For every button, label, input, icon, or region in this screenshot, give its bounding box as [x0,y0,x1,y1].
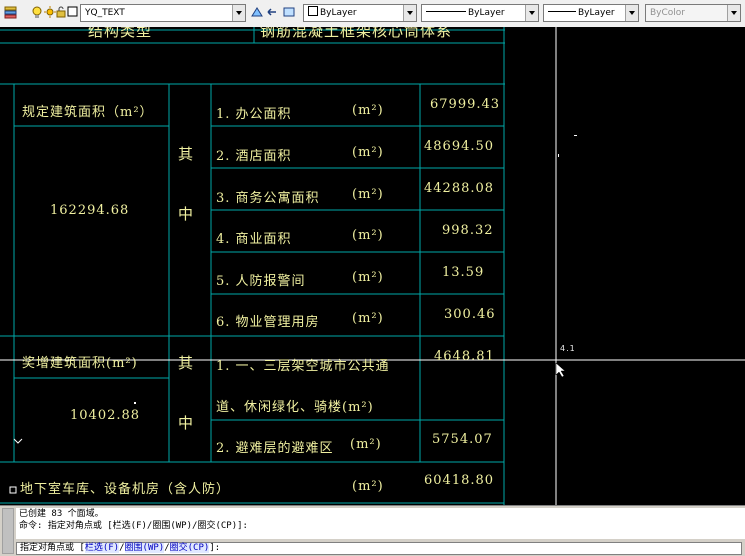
command-history: 已创建 83 个面域。 命令: 指定对角点或 [栏选(F)/圈围(WP)/圈交(… [16,508,745,539]
title-left: 结构类型 [88,27,153,40]
extra-row-2-value: 5754.07 [432,432,493,447]
color-value: ByLayer [320,8,357,18]
drawing-canvas[interactable]: 结构类型 钢筋混凝土框架核心筒体系 规定建筑面积（m²） 162294.68 其… [0,27,745,505]
color-swatch-icon[interactable] [66,5,80,19]
extra-row-1-value: 4648.81 [434,349,495,364]
area-extra-label: 奖增建筑面积(m²) [22,356,138,371]
history-line: 已创建 83 个面域。 [19,509,104,519]
extra-row-2-name: 2. 避难层的避难区 [216,441,334,456]
chevron-down-icon[interactable] [727,5,740,21]
plotstyle-dropdown[interactable]: ByColor [645,4,741,22]
row-2-value: 48694.50 [424,139,495,154]
row-6-name: 6. 物业管理用房 [216,315,320,330]
cursor-arrow-icon [555,362,566,378]
crosshair [0,27,745,505]
color-swatch [308,6,318,16]
row-6-unit: (m²) [352,311,384,326]
row-5-unit: (m²) [352,270,384,285]
extra-row-1-line-1: 1. 一、三层架空城市公共通 [216,359,390,374]
command-grip-handle[interactable] [2,508,14,554]
option-fence[interactable]: 栏选(F) [84,543,120,553]
option-wpolygon[interactable]: 圈围(WP) [124,543,165,553]
option-cpolygon[interactable]: 圈交(CP) [169,543,210,553]
row-3-value: 44288.08 [424,181,495,196]
extra-row-1-line-2: 道、休闲绿化、骑楼(m²) [216,400,374,415]
row-3-name: 3. 商务公寓面积 [216,191,320,206]
row-1-value: 67999.43 [430,97,501,112]
row-4-name: 4. 商业面积 [216,232,292,247]
color-dropdown[interactable]: ByLayer [303,4,417,22]
make-current-icon[interactable] [250,5,264,19]
plotstyle-value: ByColor [650,8,685,18]
extra-row-2-unit: (m²) [350,437,382,452]
row-1-unit: (m²) [352,103,384,118]
dot-mark [558,154,559,157]
chevron-down-icon[interactable] [232,5,245,21]
table-grid [0,27,745,505]
row-3-unit: (m²) [352,187,384,202]
dot-mark [134,402,136,404]
layer-dropdown[interactable]: YQ_TEXT [80,4,246,22]
row-2-name: 2. 酒店面积 [216,149,292,164]
title-right: 钢筋混凝土框架核心筒体系 [260,27,453,40]
lineweight-value: ByLayer [578,8,615,18]
basement-label: 地下室车库、设备机房（含人防） [20,482,231,497]
zhong-char-2: 中 [178,414,195,432]
lineweight-line [548,11,576,12]
layer-toolbar: YQ_TEXT ByLayer ByLayer ByLayer ByColor [0,0,745,28]
coord-hint: 4.1 [560,344,576,353]
linetype-line [426,11,466,12]
qi-char-2: 其 [178,354,195,372]
qi-char-1: 其 [178,145,195,163]
grip-square [9,486,17,494]
row-5-value: 13.59 [442,265,485,280]
lightbulb-icon[interactable] [30,5,44,19]
chevron-down-icon[interactable] [525,5,538,21]
basement-unit: (m²) [352,479,384,494]
lineweight-dropdown[interactable]: ByLayer [543,4,639,22]
history-line: 命令: 指定对角点或 [栏选(F)/圈围(WP)/圈交(CP)]: [19,521,248,531]
basement-value: 60418.80 [424,473,495,488]
chevron-down-icon[interactable] [403,5,416,21]
command-prompt-suffix: ]: [209,543,221,553]
chevron-down-icon [13,438,23,444]
zhong-char-1: 中 [178,205,195,223]
row-4-unit: (m²) [352,228,384,243]
layer-name: YQ_TEXT [85,8,125,18]
area-required-value: 162294.68 [50,203,130,218]
row-1-name: 1. 办公面积 [216,107,292,122]
command-prompt: 指定对角点或 [ [20,543,85,553]
layer-previous-icon[interactable] [265,5,279,19]
layer-properties-icon[interactable] [4,5,18,19]
chevron-down-icon[interactable] [625,5,638,21]
linetype-dropdown[interactable]: ByLayer [421,4,539,22]
area-extra-value: 10402.88 [70,408,141,423]
command-input[interactable]: 指定对角点或 [栏选(F)/圈围(WP)/圈交(CP)]: [16,542,742,555]
row-6-value: 300.46 [444,307,496,322]
row-2-unit: (m²) [352,145,384,160]
dot-mark [574,135,577,136]
row-4-value: 998.32 [442,223,494,238]
row-5-name: 5. 人防报警间 [216,274,306,289]
command-window: 已创建 83 个面域。 命令: 指定对角点或 [栏选(F)/圈围(WP)/圈交(… [0,505,745,556]
linetype-value: ByLayer [468,8,505,18]
area-required-label: 规定建筑面积（m²） [22,105,154,120]
layer-match-icon[interactable] [282,5,296,19]
